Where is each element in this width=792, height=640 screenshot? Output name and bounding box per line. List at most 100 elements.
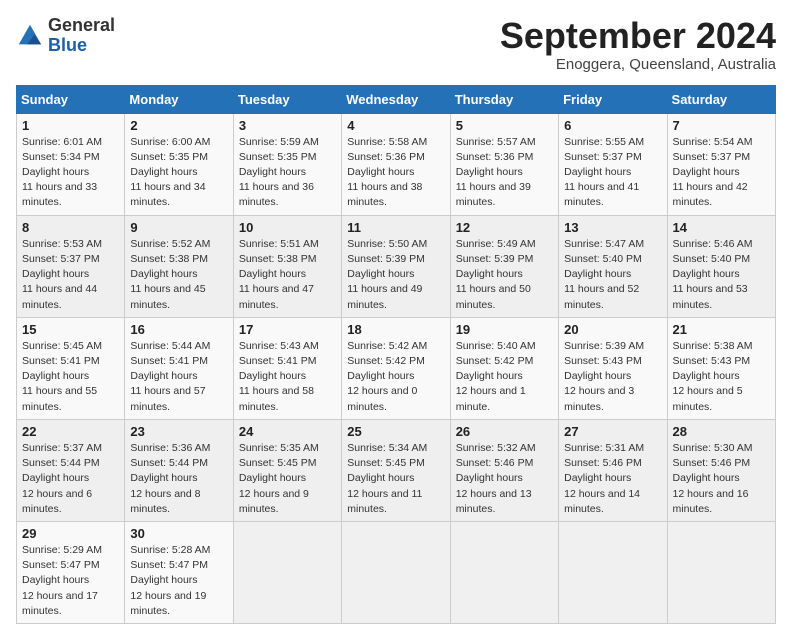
- calendar-cell: 5Sunrise: 5:57 AMSunset: 5:36 PMDaylight…: [450, 113, 558, 215]
- calendar-row: 8Sunrise: 5:53 AMSunset: 5:37 PMDaylight…: [17, 215, 776, 317]
- day-number: 27: [564, 424, 661, 439]
- calendar-header: SundayMondayTuesdayWednesdayThursdayFrid…: [17, 85, 776, 113]
- day-info: Sunrise: 5:39 AMSunset: 5:43 PMDaylight …: [564, 339, 661, 415]
- weekday-header: Monday: [125, 85, 233, 113]
- logo-blue: Blue: [48, 36, 115, 56]
- day-number: 9: [130, 220, 227, 235]
- calendar-cell: 3Sunrise: 5:59 AMSunset: 5:35 PMDaylight…: [233, 113, 341, 215]
- calendar-cell: 4 Sunrise: 5:58 AMSunset: 5:36 PMDaylight…: [342, 113, 450, 215]
- day-number: 16: [130, 322, 227, 337]
- weekday-header-row: SundayMondayTuesdayWednesdayThursdayFrid…: [17, 85, 776, 113]
- calendar-cell: 26 Sunrise: 5:32 AMSunset: 5:46 PMDayligh…: [450, 419, 558, 521]
- calendar-cell: 19 Sunrise: 5:40 AMSunset: 5:42 PMDayligh…: [450, 317, 558, 419]
- day-info: Sunrise: 5:29 AMSunset: 5:47 PMDaylight …: [22, 543, 119, 619]
- day-info: Sunrise: 5:45 AMSunset: 5:41 PMDaylight …: [22, 339, 119, 415]
- calendar-row: 1Sunrise: 6:01 AMSunset: 5:34 PMDaylight…: [17, 113, 776, 215]
- day-info: Sunrise: 5:54 AMSunset: 5:37 PMDaylight …: [673, 135, 770, 211]
- calendar-body: 1Sunrise: 6:01 AMSunset: 5:34 PMDaylight…: [17, 113, 776, 623]
- calendar-cell: 18 Sunrise: 5:42 AMSunset: 5:42 PMDayligh…: [342, 317, 450, 419]
- calendar-cell: 13 Sunrise: 5:47 AMSunset: 5:40 PMDayligh…: [559, 215, 667, 317]
- day-number: 22: [22, 424, 119, 439]
- calendar-cell: 1Sunrise: 6:01 AMSunset: 5:34 PMDaylight…: [17, 113, 125, 215]
- day-number: 18: [347, 322, 444, 337]
- day-number: 4: [347, 118, 444, 133]
- day-info: Sunrise: 5:36 AMSunset: 5:44 PMDaylight …: [130, 441, 227, 517]
- day-number: 26: [456, 424, 553, 439]
- day-info: Sunrise: 5:46 AMSunset: 5:40 PMDaylight …: [673, 237, 770, 313]
- day-info: Sunrise: 5:50 AMSunset: 5:39 PMDaylight …: [347, 237, 444, 313]
- day-number: 8: [22, 220, 119, 235]
- day-info: Sunrise: 6:00 AMSunset: 5:35 PMDaylight …: [130, 135, 227, 211]
- weekday-header: Thursday: [450, 85, 558, 113]
- day-info: Sunrise: 6:01 AMSunset: 5:34 PMDaylight …: [22, 135, 119, 211]
- day-number: 10: [239, 220, 336, 235]
- calendar-cell: 11 Sunrise: 5:50 AMSunset: 5:39 PMDayligh…: [342, 215, 450, 317]
- day-number: 5: [456, 118, 553, 133]
- day-number: 20: [564, 322, 661, 337]
- day-info: Sunrise: 5:28 AMSunset: 5:47 PMDaylight …: [130, 543, 227, 619]
- calendar-cell: 7 Sunrise: 5:54 AMSunset: 5:37 PMDaylight…: [667, 113, 775, 215]
- weekday-header: Sunday: [17, 85, 125, 113]
- day-number: 7: [673, 118, 770, 133]
- day-number: 2: [130, 118, 227, 133]
- calendar-cell: 12 Sunrise: 5:49 AMSunset: 5:39 PMDayligh…: [450, 215, 558, 317]
- calendar-cell: [559, 521, 667, 623]
- calendar-cell: 6 Sunrise: 5:55 AMSunset: 5:37 PMDaylight…: [559, 113, 667, 215]
- day-info: Sunrise: 5:47 AMSunset: 5:40 PMDaylight …: [564, 237, 661, 313]
- day-number: 13: [564, 220, 661, 235]
- calendar-cell: 8Sunrise: 5:53 AMSunset: 5:37 PMDaylight…: [17, 215, 125, 317]
- calendar-cell: 27 Sunrise: 5:31 AMSunset: 5:46 PMDayligh…: [559, 419, 667, 521]
- calendar-cell: 9 Sunrise: 5:52 AMSunset: 5:38 PMDaylight…: [125, 215, 233, 317]
- calendar-cell: [450, 521, 558, 623]
- day-number: 11: [347, 220, 444, 235]
- weekday-header: Tuesday: [233, 85, 341, 113]
- calendar-cell: 30 Sunrise: 5:28 AMSunset: 5:47 PMDayligh…: [125, 521, 233, 623]
- calendar-cell: 25Sunrise: 5:34 AMSunset: 5:45 PMDayligh…: [342, 419, 450, 521]
- calendar-cell: 23 Sunrise: 5:36 AMSunset: 5:44 PMDayligh…: [125, 419, 233, 521]
- calendar-row: 22Sunrise: 5:37 AMSunset: 5:44 PMDayligh…: [17, 419, 776, 521]
- calendar-cell: 22Sunrise: 5:37 AMSunset: 5:44 PMDayligh…: [17, 419, 125, 521]
- calendar-cell: 2 Sunrise: 6:00 AMSunset: 5:35 PMDaylight…: [125, 113, 233, 215]
- day-info: Sunrise: 5:43 AMSunset: 5:41 PMDaylight …: [239, 339, 336, 415]
- day-number: 14: [673, 220, 770, 235]
- weekday-header: Saturday: [667, 85, 775, 113]
- day-number: 28: [673, 424, 770, 439]
- month-title: September 2024: [500, 16, 776, 56]
- day-info: Sunrise: 5:58 AMSunset: 5:36 PMDaylight …: [347, 135, 444, 211]
- logo-general: General: [48, 16, 115, 36]
- weekday-header: Friday: [559, 85, 667, 113]
- day-number: 17: [239, 322, 336, 337]
- calendar-cell: 14 Sunrise: 5:46 AMSunset: 5:40 PMDayligh…: [667, 215, 775, 317]
- calendar-cell: 29 Sunrise: 5:29 AMSunset: 5:47 PMDayligh…: [17, 521, 125, 623]
- day-info: Sunrise: 5:40 AMSunset: 5:42 PMDaylight …: [456, 339, 553, 415]
- day-info: Sunrise: 5:31 AMSunset: 5:46 PMDaylight …: [564, 441, 661, 517]
- day-number: 30: [130, 526, 227, 541]
- weekday-header: Wednesday: [342, 85, 450, 113]
- day-info: Sunrise: 5:51 AMSunset: 5:38 PMDaylight …: [239, 237, 336, 313]
- day-info: Sunrise: 5:59 AMSunset: 5:35 PMDaylight …: [239, 135, 336, 211]
- day-info: Sunrise: 5:55 AMSunset: 5:37 PMDaylight …: [564, 135, 661, 211]
- calendar-cell: 20 Sunrise: 5:39 AMSunset: 5:43 PMDayligh…: [559, 317, 667, 419]
- day-info: Sunrise: 5:49 AMSunset: 5:39 PMDaylight …: [456, 237, 553, 313]
- day-number: 23: [130, 424, 227, 439]
- day-info: Sunrise: 5:30 AMSunset: 5:46 PMDaylight …: [673, 441, 770, 517]
- calendar-table: SundayMondayTuesdayWednesdayThursdayFrid…: [16, 85, 776, 624]
- day-number: 6: [564, 118, 661, 133]
- day-number: 25: [347, 424, 444, 439]
- calendar-cell: 24 Sunrise: 5:35 AMSunset: 5:45 PMDayligh…: [233, 419, 341, 521]
- calendar-cell: [233, 521, 341, 623]
- day-info: Sunrise: 5:32 AMSunset: 5:46 PMDaylight …: [456, 441, 553, 517]
- day-number: 29: [22, 526, 119, 541]
- location: Enoggera, Queensland, Australia: [500, 56, 776, 73]
- day-number: 24: [239, 424, 336, 439]
- day-info: Sunrise: 5:52 AMSunset: 5:38 PMDaylight …: [130, 237, 227, 313]
- day-number: 19: [456, 322, 553, 337]
- day-info: Sunrise: 5:38 AMSunset: 5:43 PMDaylight …: [673, 339, 770, 415]
- calendar-cell: 21Sunrise: 5:38 AMSunset: 5:43 PMDayligh…: [667, 317, 775, 419]
- day-number: 12: [456, 220, 553, 235]
- calendar-cell: 15Sunrise: 5:45 AMSunset: 5:41 PMDayligh…: [17, 317, 125, 419]
- day-info: Sunrise: 5:42 AMSunset: 5:42 PMDaylight …: [347, 339, 444, 415]
- day-info: Sunrise: 5:35 AMSunset: 5:45 PMDaylight …: [239, 441, 336, 517]
- logo-icon: [16, 22, 44, 50]
- page-header: General Blue September 2024 Enoggera, Qu…: [16, 16, 776, 73]
